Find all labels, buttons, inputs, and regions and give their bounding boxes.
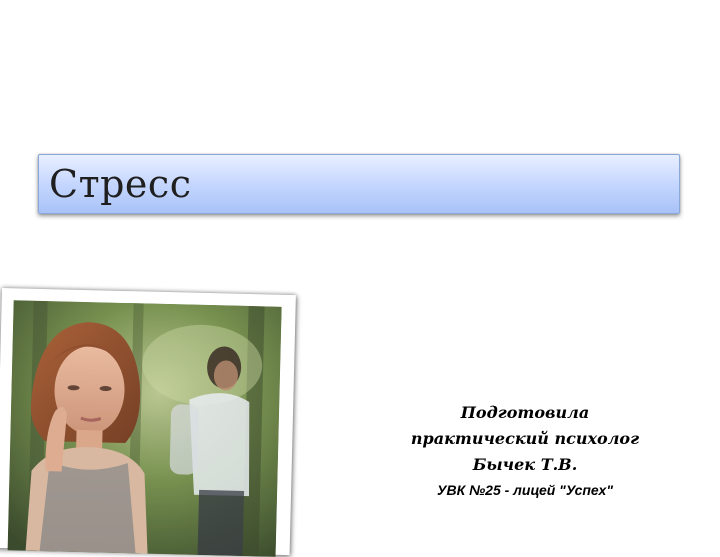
author-caption: Подготовила практический психолог Бычек … bbox=[380, 400, 670, 502]
slide: Стресс Подготовила практический психолог… bbox=[0, 0, 720, 557]
photo-illustration bbox=[7, 300, 282, 557]
title-box: Стресс bbox=[38, 154, 680, 214]
photo-frame bbox=[0, 288, 296, 557]
caption-author-name: Бычек Т.В. bbox=[472, 455, 578, 474]
caption-prepared-by: Подготовила bbox=[460, 403, 590, 422]
caption-school: УВК №25 - лицей "Успех" bbox=[437, 482, 613, 498]
slide-title: Стресс bbox=[49, 162, 192, 206]
caption-position: практический психолог bbox=[410, 429, 640, 448]
photo-image bbox=[7, 300, 282, 557]
